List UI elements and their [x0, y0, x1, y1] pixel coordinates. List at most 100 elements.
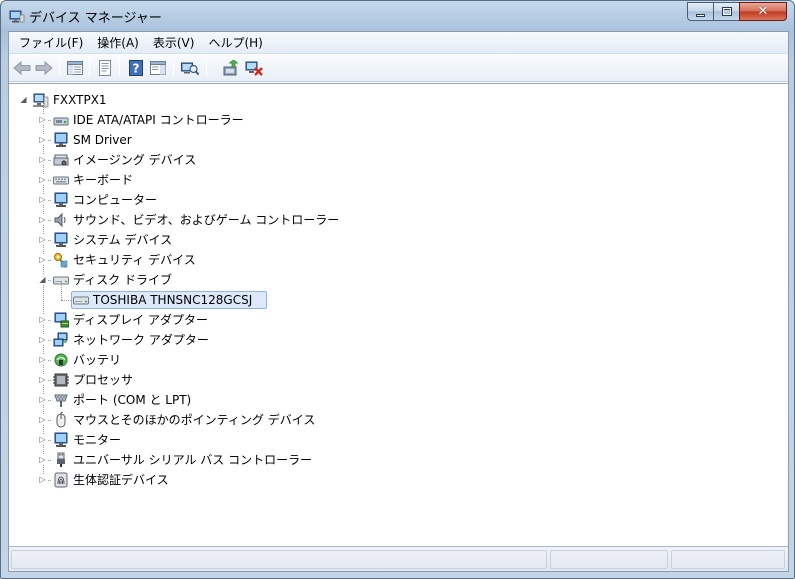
tree-category-label: モニター — [73, 433, 122, 447]
close-button[interactable]: ✕ — [739, 2, 787, 21]
mouse-icon — [56, 412, 66, 428]
help-button[interactable]: ? — [126, 58, 146, 78]
menu-view[interactable]: 表示(V) — [146, 33, 202, 53]
tree-category[interactable]: ▷ ポート (COM と LPT) — [9, 390, 509, 410]
usb-icon — [57, 452, 65, 467]
expand-triangle-icon[interactable]: ▷ — [38, 255, 47, 264]
tree-device[interactable]: TOSHIBA THNSNC128GCSJ — [9, 290, 509, 310]
status-bar — [9, 546, 788, 571]
expand-triangle-icon[interactable]: ▷ — [38, 115, 47, 124]
expand-triangle-icon[interactable]: ▷ — [38, 195, 47, 204]
tree-category-label: SM Driver — [73, 133, 132, 147]
tree-category[interactable]: ▷ バッテリ — [9, 350, 509, 370]
tree-category[interactable]: ▷ ディスプレイ アダプター — [9, 310, 509, 330]
monitor-icon — [54, 132, 68, 147]
update-driver-icon — [223, 60, 239, 76]
uninstall-icon — [245, 61, 263, 76]
tree-category-label: ユニバーサル シリアル バス コントローラー — [73, 453, 313, 467]
tree-category[interactable]: ▷ セキュリティ デバイス — [9, 250, 509, 270]
menu-bar: ファイル(F) 操作(A) 表示(V) ヘルプ(H) — [9, 32, 788, 54]
tree-category-label: システム デバイス — [73, 233, 173, 247]
menu-action[interactable]: 操作(A) — [90, 33, 146, 53]
tree-category-label: コンピューター — [73, 193, 158, 207]
tree-category[interactable]: ▷ プロセッサ — [9, 370, 509, 390]
tree-category-label: ポート (COM と LPT) — [73, 393, 192, 407]
expand-triangle-icon[interactable]: ▷ — [38, 175, 47, 184]
tree-category[interactable]: ▷ サウンド、ビデオ、およびゲーム コントローラー — [9, 210, 509, 230]
tree-category-label: セキュリティ デバイス — [73, 253, 196, 267]
tree-category[interactable]: ▷ IDE ATA/ATAPI コントローラー — [9, 110, 509, 130]
expand-triangle-icon[interactable]: ▷ — [38, 435, 47, 444]
network-adapter-icon — [53, 332, 68, 347]
tree-category-label: IDE ATA/ATAPI コントローラー — [73, 113, 244, 127]
status-pane-main — [11, 550, 547, 569]
expand-triangle-icon[interactable]: ▷ — [38, 455, 47, 464]
tree-category[interactable]: ▷ コンピューター — [9, 190, 509, 210]
computer-icon — [33, 93, 49, 108]
processor-icon — [53, 373, 69, 387]
tree-category[interactable]: ▷ イメージング デバイス — [9, 150, 509, 170]
action-pane-icon — [150, 61, 166, 75]
device-tree[interactable]: ◢ FXXTPX1 ▷ IDE ATA/ATAPI コントローラー ▷ SM Driver… — [9, 83, 788, 546]
expand-triangle-icon[interactable]: ▷ — [38, 355, 47, 364]
tree-category[interactable]: ▷ モニター — [9, 430, 509, 450]
expand-triangle-icon[interactable]: ▷ — [38, 135, 47, 144]
maximize-button[interactable] — [713, 2, 740, 21]
properties-icon — [99, 60, 111, 76]
tree-category[interactable]: ▷ ネットワーク アダプター — [9, 330, 509, 350]
tree-category[interactable]: ▷ SM Driver — [9, 130, 509, 150]
scan-hardware-button[interactable] — [180, 58, 200, 78]
properties-button[interactable] — [95, 58, 115, 78]
uninstall-button[interactable] — [244, 58, 264, 78]
tree-device-label: TOSHIBA THNSNC128GCSJ — [93, 293, 253, 307]
tree-category-label: サウンド、ビデオ、およびゲーム コントローラー — [73, 213, 340, 227]
tree-root[interactable]: ◢ FXXTPX1 — [9, 90, 409, 110]
scanner-icon — [53, 154, 69, 166]
forward-button[interactable] — [34, 58, 54, 78]
expand-triangle-icon[interactable]: ▷ — [38, 215, 47, 224]
minimize-icon — [696, 13, 705, 17]
expand-triangle-icon[interactable]: ▷ — [38, 315, 47, 324]
port-icon — [54, 394, 68, 407]
tree-category[interactable]: ▷ キーボード — [9, 170, 509, 190]
tree-category[interactable]: ▷ システム デバイス — [9, 230, 509, 250]
tree-category[interactable]: ▷ マウスとそのほかのポインティング デバイス — [9, 410, 509, 430]
console-tree-button[interactable] — [65, 58, 85, 78]
tree-category[interactable]: ▷ ユニバーサル シリアル バス コントローラー — [9, 450, 509, 470]
expand-triangle-icon[interactable]: ▷ — [38, 235, 47, 244]
collapse-triangle-icon[interactable]: ◢ — [38, 275, 47, 284]
expand-triangle-icon[interactable]: ▷ — [38, 155, 47, 164]
tree-category-label: マウスとそのほかのポインティング デバイス — [73, 413, 316, 427]
client-area: ファイル(F) 操作(A) 表示(V) ヘルプ(H) ? ◢ FXXTPX1 ▷… — [8, 31, 789, 572]
update-driver-button[interactable] — [221, 58, 241, 78]
maximize-icon — [721, 7, 732, 16]
tree-category-label: イメージング デバイス — [73, 153, 197, 167]
menu-help[interactable]: ヘルプ(H) — [201, 33, 269, 53]
fingerprint-icon — [54, 472, 68, 488]
back-button[interactable] — [12, 58, 32, 78]
title-bar[interactable]: デバイス マネージャー ✕ — [1, 1, 794, 31]
disk-drive-icon — [73, 296, 89, 305]
forward-arrow-icon — [35, 61, 53, 75]
status-pane-tertiary — [671, 550, 785, 569]
tree-category-label: バッテリ — [73, 353, 122, 367]
tree-category[interactable]: ◢ ディスク ドライブ — [9, 270, 509, 290]
minimize-button[interactable] — [687, 2, 714, 21]
back-arrow-icon — [13, 61, 31, 75]
battery-icon — [54, 353, 68, 367]
tree-category-label: ディスク ドライブ — [73, 273, 172, 287]
expand-triangle-icon[interactable]: ▷ — [38, 395, 47, 404]
expand-triangle-icon[interactable]: ▷ — [38, 475, 47, 484]
tree-category-label: プロセッサ — [73, 373, 134, 387]
monitor-icon — [54, 432, 68, 447]
display-adapter-icon — [54, 312, 69, 328]
expand-triangle-icon[interactable]: ▷ — [38, 335, 47, 344]
collapse-triangle-icon[interactable]: ◢ — [19, 95, 28, 104]
expand-triangle-icon[interactable]: ▷ — [38, 415, 47, 424]
expand-triangle-icon[interactable]: ▷ — [38, 375, 47, 384]
action-pane-button[interactable] — [148, 58, 168, 78]
menu-file[interactable]: ファイル(F) — [12, 33, 90, 53]
key-icon — [54, 253, 68, 268]
tree-category[interactable]: ▷ 生体認証デバイス — [9, 470, 509, 490]
scan-hardware-icon — [181, 62, 199, 76]
